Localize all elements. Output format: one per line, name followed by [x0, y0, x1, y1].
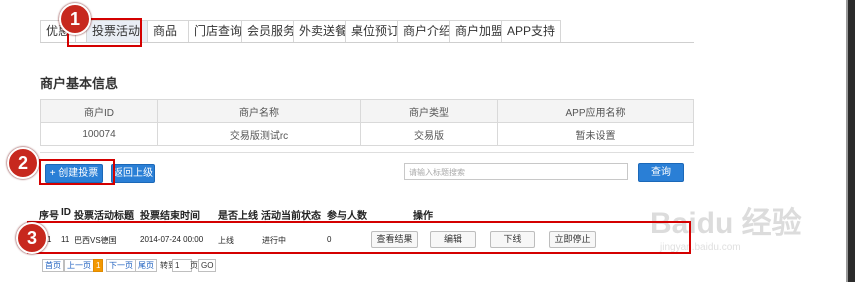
goto-suffix: 页	[190, 261, 198, 270]
prev-page-link[interactable]: 上一页	[64, 259, 94, 272]
merchant-id-value: 100074	[40, 122, 158, 146]
search-button[interactable]: 查询	[638, 163, 684, 182]
tab-table-booking[interactable]: 桌位预订	[345, 20, 403, 42]
back-button[interactable]: 返回上级	[111, 164, 155, 183]
last-page-link[interactable]: 尾页	[135, 259, 157, 272]
tab-member-service[interactable]: 会员服务	[241, 20, 299, 42]
tab-merchant-join[interactable]: 商户加盟	[449, 20, 507, 42]
right-edge-bar	[846, 0, 855, 282]
merchant-info-table: 商户ID 商户名称 商户类型 APP应用名称 100074 交易版测试rc 交易…	[40, 99, 694, 146]
col-index: 序号	[39, 211, 59, 222]
merchant-info-title: 商户基本信息	[40, 76, 119, 91]
col-id: ID	[61, 207, 71, 218]
tab-delivery[interactable]: 外卖送餐	[293, 20, 351, 42]
header-merchant-name: 商户名称	[157, 99, 361, 123]
next-page-link[interactable]: 下一页	[106, 259, 136, 272]
header-merchant-type: 商户类型	[360, 99, 498, 123]
header-merchant-id: 商户ID	[40, 99, 158, 123]
col-title: 投票活动标题	[74, 211, 134, 222]
app-name-value: 暂未设置	[497, 122, 694, 146]
go-button[interactable]: GO	[198, 259, 217, 272]
tab-goods[interactable]: 商品	[147, 20, 189, 42]
header-app-name: APP应用名称	[497, 99, 694, 123]
col-actions: 操作	[413, 211, 433, 222]
callout-box-create-button	[39, 159, 115, 185]
col-online: 是否上线	[218, 211, 258, 222]
divider	[40, 152, 694, 153]
first-page-link[interactable]: 首页	[42, 259, 64, 272]
callout-box-vote-row	[27, 221, 691, 254]
col-participants: 参与人数	[327, 211, 367, 222]
current-page[interactable]: 1	[93, 259, 104, 272]
callout-badge-2: 2	[7, 147, 39, 179]
tab-store-query[interactable]: 门店查询	[188, 20, 246, 42]
callout-badge-1: 1	[59, 3, 91, 35]
col-status: 活动当前状态	[261, 211, 321, 222]
callout-badge-3: 3	[16, 222, 48, 254]
col-end-time: 投票结束时间	[140, 211, 200, 222]
search-input[interactable]: 请输入标题搜索	[404, 163, 628, 180]
goto-page-input[interactable]: 1	[172, 259, 192, 272]
merchant-name-value: 交易版测试rc	[157, 122, 361, 146]
merchant-type-value: 交易版	[360, 122, 498, 146]
tab-app-support[interactable]: APP支持	[501, 20, 561, 42]
tab-merchant-intro[interactable]: 商户介绍	[397, 20, 455, 42]
